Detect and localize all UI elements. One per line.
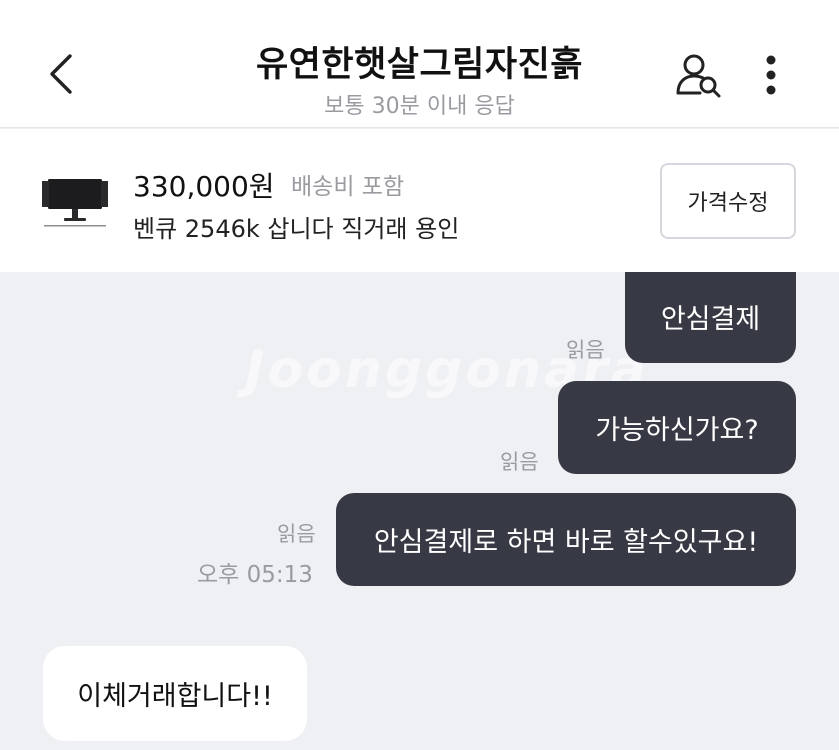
chat-message-list[interactable]: Joonggonara 안심결제 읽음 가능하신가요? 읽음 안심결제로 하면 …	[0, 272, 839, 750]
message-bubble-outgoing[interactable]: 안심결제로 하면 바로 할수있구요!	[336, 493, 796, 586]
read-receipt: 읽음	[277, 522, 316, 546]
more-vertical-icon	[766, 55, 776, 95]
shipping-info: 배송비 포함	[291, 174, 405, 200]
message-bubble-outgoing[interactable]: 안심결제	[625, 272, 796, 363]
message-bubble-outgoing[interactable]: 가능하신가요?	[558, 381, 796, 474]
user-search-icon	[676, 54, 721, 98]
product-title: 벤큐 2546k 삽니다 직거래 용인	[133, 215, 460, 243]
message-bubble-incoming[interactable]: 이체거래합니다!!	[43, 646, 307, 741]
read-receipt: 읽음	[566, 338, 605, 362]
message-timestamp: 오후 05:13	[197, 562, 313, 588]
read-receipt: 읽음	[500, 450, 539, 474]
more-options-button[interactable]	[752, 50, 790, 100]
product-info-bar[interactable]: 330,000원 배송비 포함 벤큐 2546k 삽니다 직거래 용인 가격수정	[0, 129, 839, 272]
monitor-icon	[42, 179, 108, 227]
profile-button[interactable]	[672, 50, 728, 100]
edit-price-button[interactable]: 가격수정	[660, 163, 796, 239]
product-price: 330,000원	[133, 170, 275, 203]
chat-header: 유연한햇살그림자진흙 보통 30분 이내 응답	[0, 0, 839, 128]
